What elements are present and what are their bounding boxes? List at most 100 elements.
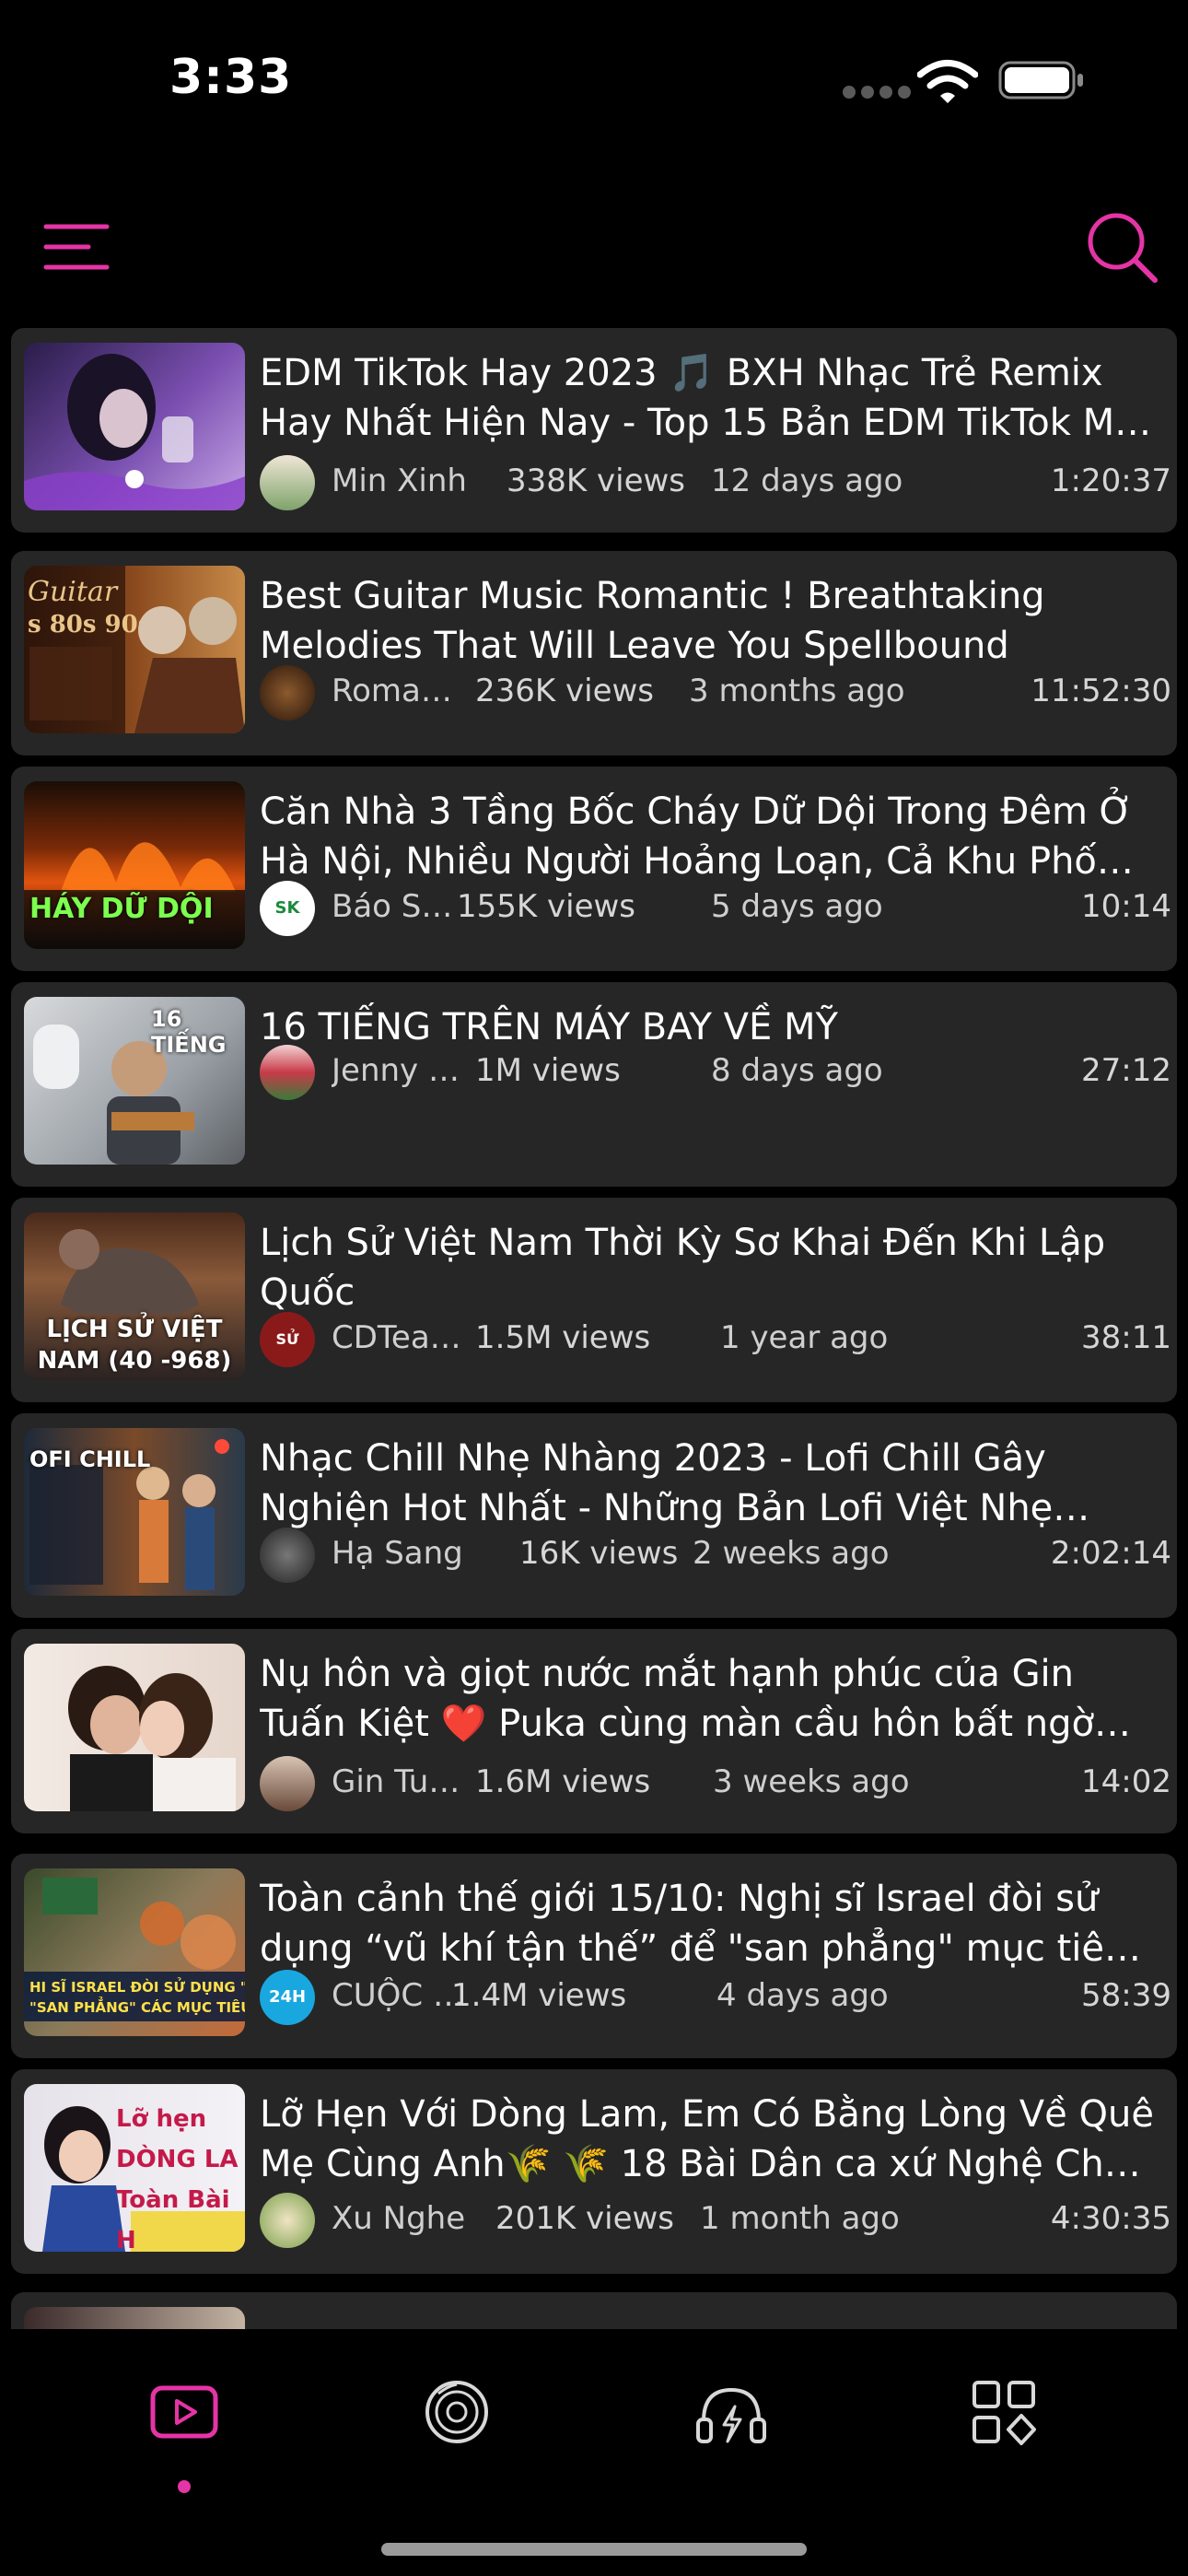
status-bar: 3:33 (0, 0, 1188, 157)
video-thumbnail (24, 2307, 245, 2329)
video-thumbnail (24, 343, 245, 510)
channel-avatar: SỬ (260, 1312, 315, 1367)
search-icon[interactable] (1083, 208, 1160, 286)
channel-name: Jenny Huynh (332, 1052, 470, 1089)
upload-age: 12 days ago (711, 463, 903, 499)
channel-avatar (260, 665, 315, 720)
wifi-icon (917, 60, 978, 103)
video-card[interactable]: EDM TikTok Hay 2023 🎵 BXH Nhạc Trẻ Remix… (11, 328, 1177, 533)
apps-grid-icon[interactable] (958, 2366, 1050, 2458)
view-count: 338K views (507, 463, 686, 499)
video-thumbnail: HÁY DỮ DỘI (24, 781, 245, 949)
video-card[interactable]: 16 TIẾNG 16 TIẾNG TRÊN MÁY BAY VỀ MỸ Jen… (11, 982, 1177, 1187)
video-duration: 2:02:14 (1050, 1535, 1171, 1572)
thumbnail-caption: OFI CHILL (29, 1446, 151, 1472)
thumbnail-caption: LỊCH SỬ VIỆT NAM (40 -968) (37, 1316, 232, 1375)
vinyl-disc-icon[interactable] (411, 2366, 503, 2458)
channel-avatar (260, 1045, 315, 1100)
video-duration: 11:52:30 (1031, 673, 1171, 709)
video-meta: SỬ CDTeam - Sử 1.5M views 1 year ago 38:… (260, 1312, 1171, 1367)
channel-avatar (260, 1528, 315, 1583)
video-card[interactable]: Nụ hôn và giọt nước mắt hạnh phúc của Gi… (11, 1629, 1177, 1833)
video-card[interactable]: LỊCH SỬ VIỆT NAM (40 -968) Lịch Sử Việt … (11, 1198, 1177, 1402)
status-time: 3:33 (169, 50, 293, 105)
upload-age: 1 year ago (720, 1319, 889, 1356)
video-card[interactable]: HÁY DỮ DỘI Căn Nhà 3 Tầng Bốc Cháy Dữ Dộ… (11, 767, 1177, 971)
video-card[interactable]: Lỡ hẹn DÒNG LA Toàn Bài H Lỡ Hẹn Với Dòn… (11, 2069, 1177, 2274)
video-meta: SK Báo Sức khỏe 155K views 5 days ago 10… (260, 881, 1171, 936)
view-count: 16K views (519, 1535, 679, 1572)
video-meta: Jenny Huynh 1M views 8 days ago 27:12 (260, 1045, 1171, 1100)
upload-age: 2 weeks ago (693, 1535, 890, 1572)
video-list[interactable]: EDM TikTok Hay 2023 🎵 BXH Nhạc Trẻ Remix… (0, 328, 1188, 2329)
channel-avatar (260, 455, 315, 510)
cellular-signal-icon (843, 85, 916, 102)
view-count: 201K views (495, 2200, 675, 2237)
video-duration: 4:30:35 (1050, 2200, 1171, 2237)
video-duration: 14:02 (1081, 1763, 1171, 1800)
thumbnail-art (68, 1666, 236, 1811)
video-thumbnail: Guitar s 80s 90s (24, 566, 245, 733)
hamburger-menu-icon[interactable] (41, 219, 112, 275)
video-thumbnail: 16 TIẾNG (24, 997, 245, 1165)
video-title: EDM TikTok Hay 2023 🎵 BXH Nhạc Trẻ Remix… (260, 352, 1147, 444)
channel-name: Báo Sức khỏe (332, 888, 470, 925)
video-meta: Hạ Sang 16K views 2 weeks ago 2:02:14 (260, 1528, 1171, 1583)
video-title: Lỡ Hẹn Với Dòng Lam, Em Có Bằng Lòng Về … (260, 2093, 1154, 2185)
svg-text:"SAN PHẲNG" CÁC MỤC TIÊU Ở GAZ: "SAN PHẲNG" CÁC MỤC TIÊU Ở GAZ (29, 1996, 245, 2016)
channel-name: CDTeam - Sử (332, 1319, 470, 1356)
video-title: Nhạc Chill Nhẹ Nhàng 2023 - Lofi Chill G… (260, 1437, 1054, 1529)
video-play-icon[interactable] (138, 2366, 230, 2458)
bottom-navigation (0, 2329, 1188, 2576)
thumbnail-art: HI SĨ ISRAEL ĐÒI SỬ DỤNG "VŨ KHÍ TẬN T "… (24, 1878, 245, 2021)
channel-name: Min Xinh (332, 463, 467, 499)
thumbnail-caption: 16 TIẾNG (151, 1006, 227, 1058)
upload-age: 3 weeks ago (713, 1763, 910, 1800)
battery-icon (998, 61, 1083, 100)
channel-name: Hạ Sang (332, 1535, 463, 1572)
top-bar (0, 193, 1188, 295)
channel-name: Gin Tuấn Kiệt (332, 1763, 470, 1800)
video-duration: 38:11 (1081, 1319, 1171, 1356)
thumbnail-art (24, 354, 245, 510)
view-count: 155K views (457, 888, 636, 925)
svg-text:s 80s 90s: s 80s 90s (28, 611, 151, 638)
video-card[interactable] (11, 2292, 1177, 2329)
thumbnail-art: Guitar s 80s 90s (24, 566, 245, 733)
video-meta: Min Xinh 338K views 12 days ago 1:20:37 (260, 455, 1171, 510)
music-bolt-icon[interactable] (685, 2366, 777, 2458)
upload-age: 8 days ago (711, 1052, 883, 1089)
upload-age: 5 days ago (711, 888, 883, 925)
video-title: Nụ hôn và giọt nước mắt hạnh phúc của Gi… (260, 1653, 1094, 1745)
video-card[interactable]: HI SĨ ISRAEL ĐÒI SỬ DỤNG "VŨ KHÍ TẬN T "… (11, 1854, 1177, 2058)
video-card[interactable]: OFI CHILL Nhạc Chill Nhẹ Nhàng 2023 - Lo… (11, 1413, 1177, 1618)
video-card[interactable]: Guitar s 80s 90s Best Guitar Music Roman… (11, 551, 1177, 755)
video-thumbnail: Lỡ hẹn DÒNG LA Toàn Bài H (24, 2084, 245, 2252)
video-thumbnail: HI SĨ ISRAEL ĐÒI SỬ DỤNG "VŨ KHÍ TẬN T "… (24, 1868, 245, 2036)
video-duration: 27:12 (1081, 1052, 1171, 1089)
video-duration: 58:39 (1081, 1977, 1171, 2014)
upload-age: 1 month ago (700, 2200, 900, 2237)
channel-name: CUỘC SỐNG 24H (332, 1977, 470, 2014)
channel-name: Romantic Guitar (332, 673, 470, 709)
view-count: 1.5M views (475, 1319, 651, 1356)
channel-avatar: SK (260, 881, 315, 936)
thumbnail-caption: HÁY DỮ DỘI (29, 893, 214, 925)
video-thumbnail: LỊCH SỬ VIỆT NAM (40 -968) (24, 1212, 245, 1380)
upload-age: 3 months ago (689, 673, 905, 709)
video-duration: 1:20:37 (1050, 463, 1171, 499)
svg-text:HI SĨ ISRAEL ĐÒI SỬ DỤNG "VŨ K: HI SĨ ISRAEL ĐÒI SỬ DỤNG "VŨ KHÍ TẬN T (29, 1976, 245, 1996)
video-duration: 10:14 (1081, 888, 1171, 925)
view-count: 1M views (475, 1052, 621, 1089)
video-thumbnail (24, 1644, 245, 1811)
home-indicator (381, 2543, 807, 2556)
view-count: 1.6M views (475, 1763, 651, 1800)
channel-avatar: 24H (260, 1970, 315, 2025)
video-title: Lịch Sử Việt Nam Thời Kỳ Sơ Khai Đến Khi… (260, 1222, 1106, 1314)
svg-text:Guitar: Guitar (28, 576, 119, 608)
channel-avatar (260, 2193, 315, 2248)
video-meta: 24H CUỘC SỐNG 24H 1.4M views 4 days ago … (260, 1970, 1171, 2025)
thumbnail-caption: Lỡ hẹn DÒNG LA Toàn Bài H (116, 2105, 239, 2252)
video-title: Căn Nhà 3 Tầng Bốc Cháy Dữ Dội Trong Đêm… (260, 790, 1134, 883)
upload-age: 4 days ago (716, 1977, 889, 2014)
